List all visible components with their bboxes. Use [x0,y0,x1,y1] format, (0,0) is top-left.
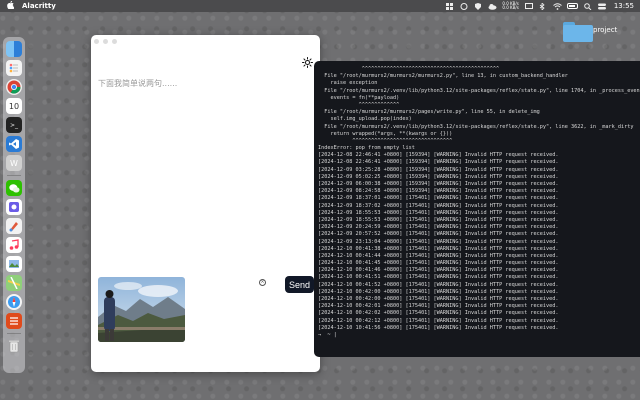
music-icon[interactable] [6,237,22,253]
active-app-name[interactable]: Alacritty [22,2,56,10]
terminal-window[interactable]: ^^^^^^^^^^^^^^^^^^^^^^^^^^^^^^^^^^^^^^^^… [314,61,640,357]
terminal-line: self.img_upload.pop(index) [318,116,412,123]
calendar-icon[interactable]: 10 [6,98,22,114]
apple-icon[interactable] [6,0,14,11]
zoom-window-button[interactable] [112,39,117,44]
terminal-line: [2024-12-09 18:55:53 +0800] [175401] [WA… [318,209,559,216]
preview-icon[interactable] [6,256,22,272]
download-speed: 0.0 KB/s [502,5,519,10]
menu-clock[interactable]: 13:55 [614,2,634,10]
terminal-line: [2024-12-10 00:42:00 +0800] [175401] [WA… [318,288,559,295]
dock-separator [7,333,21,334]
grid-icon[interactable] [446,2,454,10]
terminal-line: events = fn(**payload) [318,94,400,101]
terminal-line: [2024-12-09 18:37:02 +0800] [175401] [WA… [318,202,559,209]
trash-icon[interactable] [6,338,22,354]
uploaded-image-thumbnail [98,277,185,342]
terminal-line: [2024-12-09 05:02:25 +0800] [159394] [WA… [318,173,559,180]
chrome-icon[interactable] [6,79,22,95]
app-window: 下面我简单说两句...... × Send [91,35,320,372]
terminal-line: [2024-12-10 00:42:01 +0800] [175401] [WA… [318,303,559,310]
menu-bar: Alacritty 0.0 KB/s 0.0 KB/s 13:55 [0,0,640,12]
terminal-line: ^^^^^^^^^^^^^^^^^^^^^^^^^^^^^^^^^^^^^^^^… [318,66,500,72]
terminal-line: [2024-12-10 00:41:51 +0800] [175401] [WA… [318,274,559,281]
calendar-day: 10 [8,101,20,111]
close-window-button[interactable] [94,39,99,44]
vscode-icon[interactable] [6,136,22,152]
terminal-line: [2024-12-10 00:42:00 +0800] [175401] [WA… [318,296,559,302]
control-center-icon[interactable] [597,3,606,10]
folder-icon[interactable] [563,22,593,42]
cloud-icon[interactable] [488,3,497,10]
settings-icon[interactable] [6,313,22,329]
terminal-line: [2024-12-09 23:13:04 +0800] [175401] [WA… [318,238,559,245]
minimize-window-button[interactable] [103,39,108,44]
screen-icon[interactable] [524,2,533,10]
terminal-line: IndexError: pop from empty list [318,145,415,152]
terminal-line: [2024-12-09 06:00:38 +0800] [159394] [WA… [318,181,559,187]
terminal-line: File "/root/murmurs2/.venv/lib/python3.1… [318,123,634,130]
wechat-icon[interactable] [6,180,22,196]
terminal-line: [2024-12-10 00:41:44 +0800] [175401] [WA… [318,252,559,259]
finder-icon[interactable] [6,41,22,57]
desktop-folder-label[interactable]: project [593,26,617,34]
terminal-line: [2024-12-08 22:46:41 +0800] [159394] [WA… [318,152,559,159]
send-button[interactable]: Send [285,276,314,293]
terminal-line: File "/root/murmurs2/.venv/lib/python3.1… [318,87,640,94]
terminal-line: File "/root/murmurs2/murmurs2/murmurs2.p… [318,73,568,80]
word-letter: W [10,158,18,168]
terminal-line: [2024-12-09 20:24:59 +0800] [175401] [WA… [318,224,559,231]
terminal-line: raise exception [318,80,378,87]
terminal-line: [2024-12-10 00:42:12 +0800] [175401] [WA… [318,317,559,324]
terminal-line: [2024-12-10 00:41:46 +0800] [175401] [WA… [318,267,559,274]
dock-separator [7,175,21,176]
paint-icon[interactable] [6,218,22,234]
terminal-line: File "/root/murmurs2/murmurs2/pages/writ… [318,109,540,116]
terminal-line: [2024-12-09 20:57:52 +0800] [175401] [WA… [318,231,559,238]
terminal-line: [2024-12-09 18:37:01 +0800] [175401] [WA… [318,195,559,202]
terminal-prompt[interactable]: → ~ | [318,332,640,339]
terminal-line: [2024-12-09 03:25:28 +0800] [159394] [WA… [318,166,559,173]
terminal-line: [2024-12-10 00:42:02 +0800] [175401] [WA… [318,310,559,317]
terminal-line: [2024-12-10 00:41:52 +0800] [175401] [WA… [318,281,559,288]
reminders-icon[interactable] [6,60,22,76]
sun-icon[interactable] [302,53,313,68]
terminal-line: [2024-12-09 08:24:58 +0800] [159394] [WA… [318,188,559,195]
window-controls [94,39,117,44]
bluetooth-icon[interactable] [539,1,547,11]
terminal-icon[interactable]: >_ [6,117,22,133]
status-area: 0.0 KB/s 0.0 KB/s 13:55 [446,1,634,11]
maps-icon[interactable] [6,275,22,291]
post-text-input[interactable]: 下面我简单说两句...... [98,78,177,89]
network-speed: 0.0 KB/s 0.0 KB/s [502,2,518,10]
search-icon[interactable] [584,2,592,10]
dock: 10 >_ W [3,37,25,373]
terminal-line: [2024-12-10 00:41:38 +0800] [175401] [WA… [318,245,559,252]
app-menu-icon[interactable] [460,2,468,10]
close-circle-icon[interactable]: × [259,279,266,286]
shield-icon[interactable] [474,2,482,10]
terminal-line: return wrapped(*args, **(kwargs or {})) [318,130,453,137]
terminal-line: [2024-12-09 18:55:53 +0800] [175401] [WA… [318,216,559,223]
terminal-line: ^^^^^^^^^^^^^ [318,101,400,108]
terminal-line: ^^^^^^^^^^^^^^^^^^^^^^^^^^^^^^^^ [318,137,453,144]
wifi-icon[interactable] [552,2,562,10]
terminal-line: [2024-12-08 22:46:41 +0800] [159394] [WA… [318,159,559,166]
battery-icon[interactable] [566,3,578,9]
word-icon[interactable]: W [6,155,22,171]
terminal-line: [2024-12-10 00:41:45 +0800] [175401] [WA… [318,260,559,267]
terminal-line: [2024-12-10 10:41:56 +0800] [175401] [WA… [318,324,559,331]
safari-icon[interactable] [6,294,22,310]
messages-icon[interactable] [6,199,22,215]
